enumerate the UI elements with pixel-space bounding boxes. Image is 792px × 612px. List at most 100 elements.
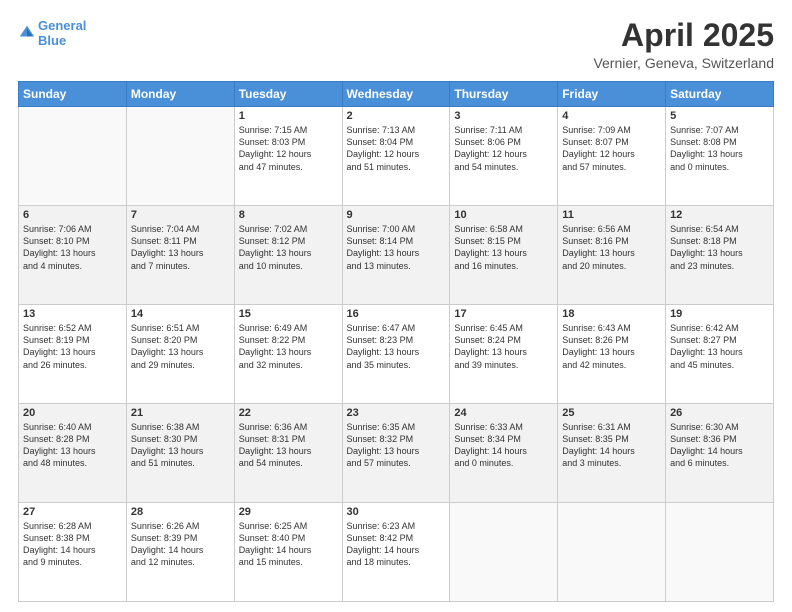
page: General Blue April 2025 Vernier, Geneva,…	[0, 0, 792, 612]
day-info: Sunrise: 6:26 AM Sunset: 8:39 PM Dayligh…	[131, 520, 230, 569]
day-number: 13	[23, 308, 122, 320]
day-cell: 18 Sunrise: 6:43 AM Sunset: 8:26 PM Dayli…	[558, 305, 666, 404]
day-cell	[19, 107, 127, 206]
day-number: 11	[562, 209, 661, 221]
logo: General Blue	[18, 18, 86, 48]
day-cell: 23Sunrise: 6:35 AM Sunset: 8:32 PM Dayli…	[342, 404, 450, 503]
day-cell: 4 Sunrise: 7:09 AM Sunset: 8:07 PM Daylig…	[558, 107, 666, 206]
col-wednesday: Wednesday	[342, 82, 450, 107]
day-number: 27	[23, 506, 122, 518]
day-info: Sunrise: 6:23 AM Sunset: 8:42 PM Dayligh…	[347, 520, 446, 569]
day-info: Sunrise: 6:45 AM Sunset: 8:24 PM Dayligh…	[454, 322, 553, 371]
day-info: Sunrise: 6:49 AM Sunset: 8:22 PM Dayligh…	[239, 322, 338, 371]
day-number: 4	[562, 110, 661, 122]
day-cell: 14 Sunrise: 6:51 AM Sunset: 8:20 PM Dayli…	[126, 305, 234, 404]
day-info: Sunrise: 6:40 AM Sunset: 8:28 PM Dayligh…	[23, 421, 122, 470]
day-info: Sunrise: 6:33 AM Sunset: 8:34 PM Dayligh…	[454, 421, 553, 470]
week-row-2: 6Sunrise: 7:06 AM Sunset: 8:10 PM Daylig…	[19, 206, 774, 305]
week-row-4: 20 Sunrise: 6:40 AM Sunset: 8:28 PM Dayli…	[19, 404, 774, 503]
day-info: Sunrise: 7:02 AM Sunset: 8:12 PM Dayligh…	[239, 223, 338, 272]
day-number: 22	[239, 407, 338, 419]
day-cell: 17Sunrise: 6:45 AM Sunset: 8:24 PM Dayli…	[450, 305, 558, 404]
day-cell: 7 Sunrise: 7:04 AM Sunset: 8:11 PM Daylig…	[126, 206, 234, 305]
col-friday: Friday	[558, 82, 666, 107]
day-number: 26	[670, 407, 769, 419]
day-cell: 25 Sunrise: 6:31 AM Sunset: 8:35 PM Dayli…	[558, 404, 666, 503]
day-number: 25	[562, 407, 661, 419]
week-row-5: 27Sunrise: 6:28 AM Sunset: 8:38 PM Dayli…	[19, 503, 774, 602]
day-cell: 9 Sunrise: 7:00 AM Sunset: 8:14 PM Daylig…	[342, 206, 450, 305]
day-cell	[558, 503, 666, 602]
day-info: Sunrise: 6:31 AM Sunset: 8:35 PM Dayligh…	[562, 421, 661, 470]
day-number: 7	[131, 209, 230, 221]
day-cell: 22 Sunrise: 6:36 AM Sunset: 8:31 PM Dayli…	[234, 404, 342, 503]
day-info: Sunrise: 7:13 AM Sunset: 8:04 PM Dayligh…	[347, 124, 446, 173]
day-number: 1	[239, 110, 338, 122]
day-number: 30	[347, 506, 446, 518]
day-cell: 26 Sunrise: 6:30 AM Sunset: 8:36 PM Dayli…	[666, 404, 774, 503]
day-cell: 15 Sunrise: 6:49 AM Sunset: 8:22 PM Dayli…	[234, 305, 342, 404]
day-cell	[126, 107, 234, 206]
header: General Blue April 2025 Vernier, Geneva,…	[18, 18, 774, 71]
day-number: 14	[131, 308, 230, 320]
day-number: 12	[670, 209, 769, 221]
day-cell: 10Sunrise: 6:58 AM Sunset: 8:15 PM Dayli…	[450, 206, 558, 305]
month-title: April 2025	[593, 18, 774, 53]
day-number: 15	[239, 308, 338, 320]
day-cell: 30 Sunrise: 6:23 AM Sunset: 8:42 PM Dayli…	[342, 503, 450, 602]
week-row-1: 1 Sunrise: 7:15 AM Sunset: 8:03 PM Daylig…	[19, 107, 774, 206]
day-number: 19	[670, 308, 769, 320]
day-cell: 1 Sunrise: 7:15 AM Sunset: 8:03 PM Daylig…	[234, 107, 342, 206]
header-row: Sunday Monday Tuesday Wednesday Thursday…	[19, 82, 774, 107]
day-info: Sunrise: 7:09 AM Sunset: 8:07 PM Dayligh…	[562, 124, 661, 173]
day-number: 28	[131, 506, 230, 518]
day-info: Sunrise: 6:42 AM Sunset: 8:27 PM Dayligh…	[670, 322, 769, 371]
day-cell: 24Sunrise: 6:33 AM Sunset: 8:34 PM Dayli…	[450, 404, 558, 503]
day-info: Sunrise: 7:00 AM Sunset: 8:14 PM Dayligh…	[347, 223, 446, 272]
day-cell: 19 Sunrise: 6:42 AM Sunset: 8:27 PM Dayli…	[666, 305, 774, 404]
day-info: Sunrise: 6:54 AM Sunset: 8:18 PM Dayligh…	[670, 223, 769, 272]
day-info: Sunrise: 6:47 AM Sunset: 8:23 PM Dayligh…	[347, 322, 446, 371]
day-number: 8	[239, 209, 338, 221]
day-info: Sunrise: 7:11 AM Sunset: 8:06 PM Dayligh…	[454, 124, 553, 173]
col-tuesday: Tuesday	[234, 82, 342, 107]
day-info: Sunrise: 6:58 AM Sunset: 8:15 PM Dayligh…	[454, 223, 553, 272]
day-cell: 11 Sunrise: 6:56 AM Sunset: 8:16 PM Dayli…	[558, 206, 666, 305]
day-cell: 3 Sunrise: 7:11 AM Sunset: 8:06 PM Daylig…	[450, 107, 558, 206]
day-cell: 2Sunrise: 7:13 AM Sunset: 8:04 PM Daylig…	[342, 107, 450, 206]
day-info: Sunrise: 6:38 AM Sunset: 8:30 PM Dayligh…	[131, 421, 230, 470]
day-info: Sunrise: 6:36 AM Sunset: 8:31 PM Dayligh…	[239, 421, 338, 470]
day-number: 16	[347, 308, 446, 320]
day-info: Sunrise: 7:04 AM Sunset: 8:11 PM Dayligh…	[131, 223, 230, 272]
day-number: 3	[454, 110, 553, 122]
col-thursday: Thursday	[450, 82, 558, 107]
day-number: 9	[347, 209, 446, 221]
day-info: Sunrise: 6:35 AM Sunset: 8:32 PM Dayligh…	[347, 421, 446, 470]
day-info: Sunrise: 6:56 AM Sunset: 8:16 PM Dayligh…	[562, 223, 661, 272]
day-number: 29	[239, 506, 338, 518]
day-number: 18	[562, 308, 661, 320]
day-cell: 8 Sunrise: 7:02 AM Sunset: 8:12 PM Daylig…	[234, 206, 342, 305]
day-info: Sunrise: 7:15 AM Sunset: 8:03 PM Dayligh…	[239, 124, 338, 173]
location: Vernier, Geneva, Switzerland	[593, 55, 774, 71]
day-info: Sunrise: 7:07 AM Sunset: 8:08 PM Dayligh…	[670, 124, 769, 173]
day-number: 21	[131, 407, 230, 419]
day-info: Sunrise: 6:43 AM Sunset: 8:26 PM Dayligh…	[562, 322, 661, 371]
day-info: Sunrise: 6:51 AM Sunset: 8:20 PM Dayligh…	[131, 322, 230, 371]
day-number: 20	[23, 407, 122, 419]
day-cell: 13 Sunrise: 6:52 AM Sunset: 8:19 PM Dayli…	[19, 305, 127, 404]
title-block: April 2025 Vernier, Geneva, Switzerland	[593, 18, 774, 71]
day-info: Sunrise: 6:30 AM Sunset: 8:36 PM Dayligh…	[670, 421, 769, 470]
day-cell: 21 Sunrise: 6:38 AM Sunset: 8:30 PM Dayli…	[126, 404, 234, 503]
day-cell: 12 Sunrise: 6:54 AM Sunset: 8:18 PM Dayli…	[666, 206, 774, 305]
calendar: Sunday Monday Tuesday Wednesday Thursday…	[18, 81, 774, 602]
week-row-3: 13 Sunrise: 6:52 AM Sunset: 8:19 PM Dayli…	[19, 305, 774, 404]
logo-icon	[18, 23, 36, 41]
day-info: Sunrise: 6:25 AM Sunset: 8:40 PM Dayligh…	[239, 520, 338, 569]
day-cell: 6Sunrise: 7:06 AM Sunset: 8:10 PM Daylig…	[19, 206, 127, 305]
day-info: Sunrise: 6:52 AM Sunset: 8:19 PM Dayligh…	[23, 322, 122, 371]
day-cell: 27Sunrise: 6:28 AM Sunset: 8:38 PM Dayli…	[19, 503, 127, 602]
logo-text: General Blue	[38, 18, 86, 48]
day-cell: 5Sunrise: 7:07 AM Sunset: 8:08 PM Daylig…	[666, 107, 774, 206]
day-cell: 29 Sunrise: 6:25 AM Sunset: 8:40 PM Dayli…	[234, 503, 342, 602]
